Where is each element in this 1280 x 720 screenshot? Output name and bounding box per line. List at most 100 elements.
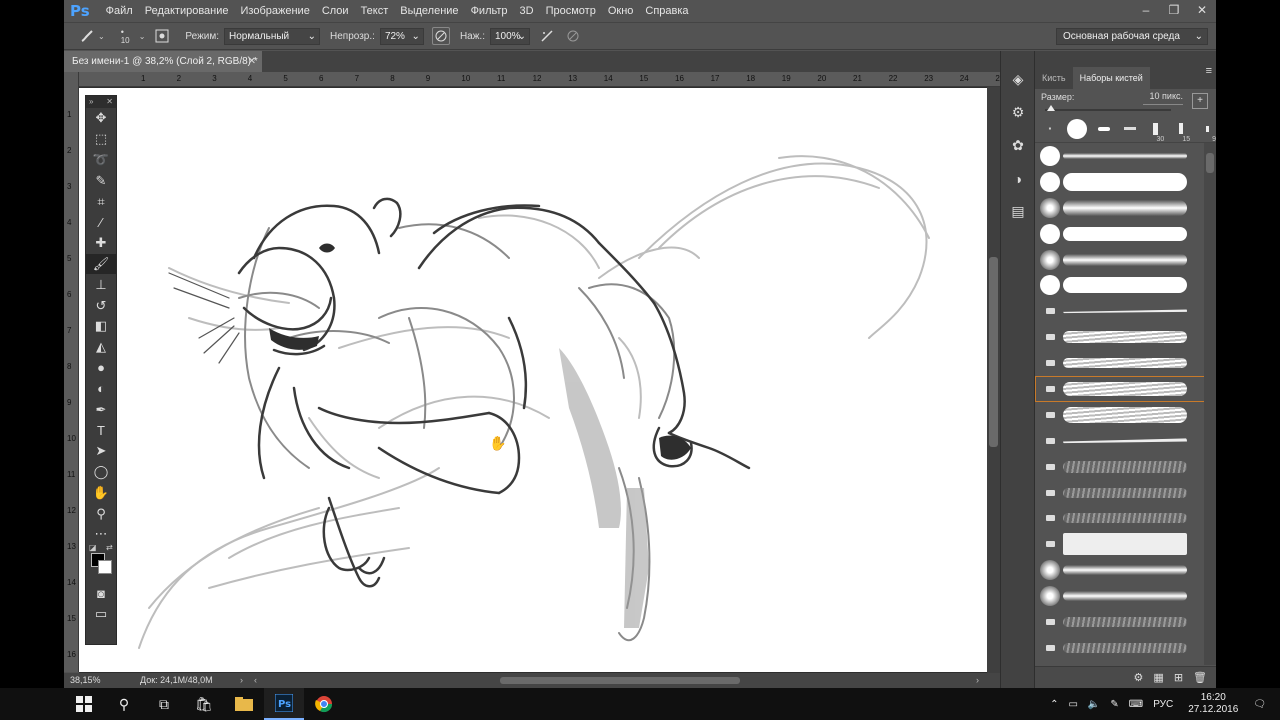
menu-layers[interactable]: Слои [316,5,355,17]
language-indicator[interactable]: РУС [1153,699,1173,710]
vertical-scrollbar[interactable] [987,87,1000,673]
zoom-tool-icon[interactable]: ⚲ [86,503,116,524]
brush-preset[interactable] [1035,609,1205,635]
recent-brush[interactable] [1121,117,1139,141]
layers-icon[interactable]: ◈ [1001,63,1035,96]
brush-preset[interactable] [1035,247,1205,273]
collapse-icon[interactable]: » [89,96,93,108]
new-brush-icon[interactable]: ⊞ [1174,671,1183,684]
background-color-swatch[interactable] [98,559,112,574]
brush-preset[interactable] [1035,195,1205,221]
keyboard-icon[interactable]: ⌨ [1129,699,1143,710]
recent-brush[interactable]: 30 [1146,117,1164,143]
horizontal-scroll-thumb[interactable] [500,677,740,684]
properties-icon[interactable]: ▤ [1001,195,1035,228]
volume-icon[interactable]: 🔈 [1088,699,1100,710]
quick-mask-icon[interactable]: ◙ [86,583,116,604]
minimize-icon[interactable]: – [1132,0,1160,22]
close-icon[interactable]: ✕ [248,51,256,72]
clock[interactable]: 16:20 27.12.2016 [1188,692,1238,716]
screen-mode-icon[interactable]: ▭ [86,604,116,625]
clone-stamp-tool-icon[interactable]: ⊥ [86,274,116,295]
chevron-up-icon[interactable]: ⌃ [1050,699,1058,710]
brush-preset[interactable] [1035,402,1205,428]
pressure-size-icon[interactable] [564,27,582,45]
move-tool-icon[interactable]: ✥ [86,108,116,129]
quick-select-tool-icon[interactable]: ✎ [86,170,116,191]
lasso-tool-icon[interactable]: ➰ [86,150,116,171]
start-icon[interactable] [64,688,104,720]
brush-tool-preset-icon[interactable] [78,27,96,45]
tab-brush-presets[interactable]: Наборы кистей [1072,67,1150,89]
brush-size-picker[interactable]: • 10 [117,23,139,49]
chrome-icon[interactable] [304,688,344,720]
path-selection-tool-icon[interactable]: ➤ [86,441,116,462]
opacity-field[interactable]: 72% ⌄ [379,27,424,45]
search-icon[interactable]: ⚲ [104,688,144,720]
brush-preset[interactable] [1035,324,1205,350]
network-icon[interactable]: ▭ [1068,699,1077,710]
recent-brush[interactable]: ▪ [1041,117,1059,141]
brush-preset[interactable] [1035,557,1205,583]
size-value[interactable]: 10 пикс. [1143,91,1183,105]
brush-preset[interactable] [1035,454,1205,480]
brush-preset[interactable] [1035,272,1205,298]
menu-select[interactable]: Выделение [394,5,464,17]
menu-view[interactable]: Просмотр [540,5,602,17]
blur-tool-icon[interactable]: ● [86,358,116,379]
chevron-left-icon[interactable]: ‹ [254,673,257,688]
recent-brush[interactable]: 15 [1172,117,1190,143]
eyedropper-tool-icon[interactable]: ⁄ [86,212,116,233]
type-tool-icon[interactable]: T [86,420,116,441]
chevron-down-icon[interactable]: ⌄ [139,32,146,41]
brush-tool-icon[interactable]: 🖌 [86,253,116,275]
brush-preset[interactable] [1035,505,1205,531]
menu-image[interactable]: Изображение [235,5,316,17]
document-tab[interactable]: Без имени-1 @ 38,2% (Слой 2, RGB/8) * ✕ [64,51,262,72]
tools-panel-header[interactable]: » ✕ [86,96,116,108]
brush-settings-icon[interactable]: ⚙ [1001,96,1035,129]
menu-file[interactable]: Файл [100,5,139,17]
brush-preset[interactable] [1035,169,1205,195]
chevron-right-icon[interactable]: › [240,673,243,688]
toggle-brush-panel-icon[interactable]: ⚙ [1134,671,1144,684]
history-brush-tool-icon[interactable]: ↺ [86,295,116,316]
hand-tool-icon[interactable]: ✋ [86,482,116,503]
adjustments-icon[interactable]: ◑ [1001,162,1035,195]
brush-preset[interactable] [1035,583,1205,609]
size-slider[interactable] [1045,105,1171,111]
brush-preset[interactable] [1035,143,1205,169]
notifications-icon[interactable]: 🗨 [1253,699,1266,710]
default-colors-icon[interactable]: ◪ [89,543,97,552]
brush-preset[interactable] [1035,298,1205,324]
panel-scroll-thumb[interactable] [1206,153,1214,173]
brush-preset[interactable] [1035,531,1205,557]
mode-select[interactable]: Нормальный ⌄ [224,27,321,45]
chevron-down-icon[interactable]: ⌄ [98,32,105,41]
close-icon[interactable]: ✕ [1188,0,1216,22]
recent-brush[interactable]: 9 [1198,117,1216,143]
pen-icon[interactable]: ✎ [1110,699,1118,710]
chevron-right-icon[interactable]: › [976,673,979,688]
store-icon[interactable]: 🛍 [184,688,224,720]
panel-menu-icon[interactable]: ≡ [1206,65,1212,77]
trash-icon[interactable]: 🗑 [1193,671,1207,684]
color-icon[interactable]: ✿ [1001,129,1035,162]
brush-preset[interactable] [1035,635,1205,661]
canvas[interactable]: ✋ [79,88,987,672]
swap-colors-icon[interactable]: ⇄ [106,543,113,552]
file-explorer-icon[interactable] [224,688,264,720]
restore-icon[interactable]: ❐ [1160,0,1188,22]
brush-preset[interactable] [1035,428,1205,454]
menu-window[interactable]: Окно [602,5,640,17]
size-slider-knob[interactable] [1047,105,1056,111]
marquee-tool-icon[interactable]: ⬚ [86,129,116,150]
crop-tool-icon[interactable]: ⌗ [86,191,116,212]
panel-scrollbar[interactable] [1204,143,1216,665]
open-preset-manager-icon[interactable]: ▦ [1153,671,1163,684]
menu-filter[interactable]: Фильтр [465,5,514,17]
recent-brush[interactable] [1066,117,1087,141]
paint-bucket-tool-icon[interactable]: ◭ [86,337,116,358]
healing-brush-tool-icon[interactable]: ✚ [86,233,116,254]
canvas-area[interactable]: ✋ [79,87,987,673]
